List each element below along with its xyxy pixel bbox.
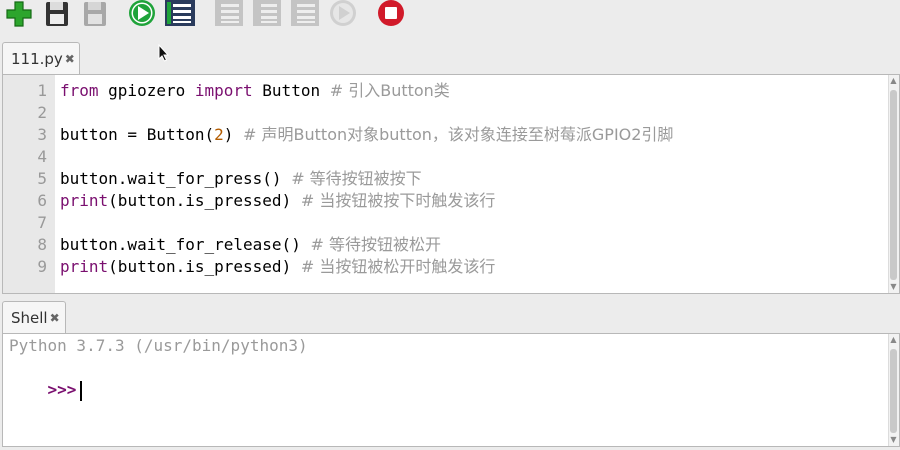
line-number: 1 <box>37 81 47 100</box>
tab-shell[interactable]: Shell ✖ <box>2 301 66 333</box>
tab-label: 111.py <box>11 49 63 68</box>
shell-banner: Python 3.7.3 (/usr/bin/python3) <box>9 336 308 355</box>
step-over-button[interactable] <box>212 0 246 28</box>
stop-button[interactable] <box>374 0 408 28</box>
shell-scrollbar[interactable]: ▲ ▼ <box>888 334 899 446</box>
scrollbar-thumb[interactable] <box>890 349 897 433</box>
step-into-button[interactable] <box>250 0 284 28</box>
step-out-icon <box>291 0 319 26</box>
step-out-button[interactable] <box>288 0 322 28</box>
toolbar <box>0 0 900 36</box>
debug-icon <box>165 0 195 26</box>
step-over-icon <box>215 0 243 26</box>
mouse-pointer-icon <box>158 44 170 62</box>
code-line: from gpiozero import Button # 引入Button类 <box>60 81 450 100</box>
shell-panel[interactable]: Python 3.7.3 (/usr/bin/python3) >>> ▲ ▼ <box>2 333 900 447</box>
line-number: 6 <box>37 191 47 210</box>
line-number: 3 <box>37 125 47 144</box>
close-tab-icon[interactable]: ✖ <box>50 311 60 325</box>
scroll-down-icon[interactable]: ▼ <box>889 436 898 444</box>
code-line: print(button.is_pressed) # 当按钮被按下时触发该行 <box>60 191 496 210</box>
tab-editor-file[interactable]: 111.py ✖ <box>2 42 80 74</box>
line-number: 2 <box>37 103 47 122</box>
tab-label: Shell <box>11 308 48 327</box>
code-line: button = Button(2) # 声明Button对象button，该对… <box>60 125 674 144</box>
text-caret <box>80 380 83 401</box>
line-number-gutter: 1 2 3 4 5 6 7 8 9 <box>3 75 55 293</box>
editor-scrollbar[interactable]: ▲ ▼ <box>888 75 899 293</box>
save-button[interactable] <box>40 0 74 28</box>
scrollbar-thumb[interactable] <box>890 90 897 280</box>
line-number: 9 <box>37 257 47 276</box>
line-number: 7 <box>37 213 47 232</box>
code-line: print(button.is_pressed) # 当按钮被松开时触发该行 <box>60 257 496 276</box>
save-disabled-icon <box>84 2 106 26</box>
code-area[interactable]: from gpiozero import Button # 引入Button类 … <box>60 80 888 278</box>
shell-input-line[interactable]: >>> <box>9 357 83 401</box>
save-all-button[interactable] <box>78 0 112 28</box>
scroll-up-icon[interactable]: ▲ <box>889 336 898 344</box>
resume-icon <box>330 0 356 26</box>
step-into-icon <box>253 0 281 26</box>
line-number: 4 <box>37 147 47 166</box>
close-tab-icon[interactable]: ✖ <box>65 52 75 66</box>
run-icon <box>129 0 155 26</box>
new-file-button[interactable] <box>2 0 36 28</box>
code-line: button.wait_for_release() # 等待按钮被松开 <box>60 235 441 254</box>
code-line: button.wait_for_press() # 等待按钮被按下 <box>60 169 422 188</box>
stop-icon <box>378 0 404 26</box>
new-file-icon <box>6 1 32 27</box>
debug-button[interactable] <box>163 0 197 28</box>
code-editor[interactable]: 1 2 3 4 5 6 7 8 9 from gpiozero import B… <box>2 74 900 294</box>
save-icon <box>46 2 68 26</box>
line-number: 8 <box>37 235 47 254</box>
run-button[interactable] <box>125 0 159 28</box>
scroll-up-icon[interactable]: ▲ <box>889 77 898 85</box>
scroll-down-icon[interactable]: ▼ <box>889 283 898 291</box>
shell-prompt: >>> <box>47 380 77 399</box>
resume-button[interactable] <box>326 0 360 28</box>
line-number: 5 <box>37 169 47 188</box>
